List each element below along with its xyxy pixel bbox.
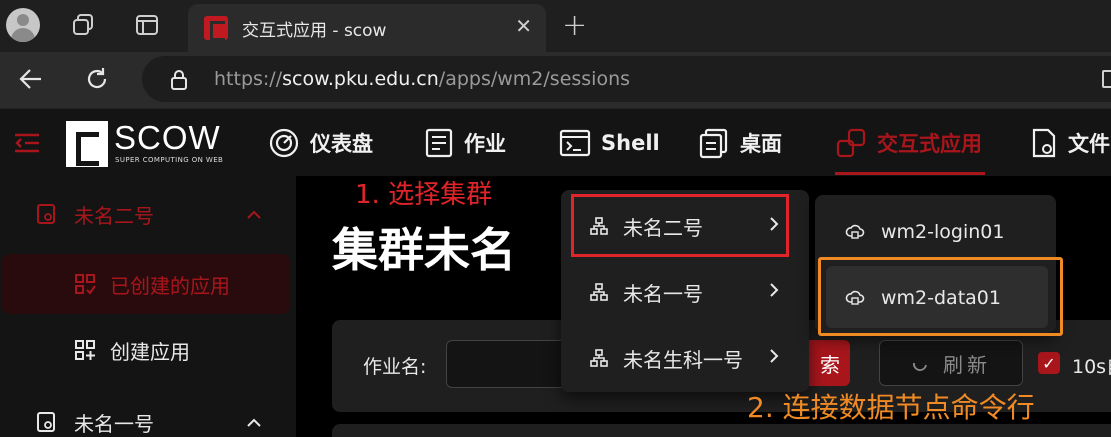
cluster-icon	[37, 412, 55, 432]
nav-jobs[interactable]: 作业	[424, 123, 506, 163]
app-list-icon	[75, 274, 96, 295]
sidebar-item-create-app[interactable]: 创建应用	[0, 320, 296, 380]
nav-dashboard[interactable]: 仪表盘	[268, 123, 373, 163]
lock-icon[interactable]	[164, 65, 194, 95]
chevron-right-icon	[770, 349, 779, 363]
sidebar-item-label: 创建应用	[110, 339, 190, 364]
job-icon	[425, 128, 453, 158]
page-title: 集群未名	[332, 223, 516, 277]
sidebar-group-label: 未名二号	[74, 203, 154, 228]
reload-icon[interactable]	[82, 64, 112, 94]
nav-interactive-apps-label: 交互式应用	[877, 132, 982, 156]
add-app-icon	[75, 340, 95, 360]
nav-desktop-label: 桌面	[740, 132, 782, 156]
nav-interactive-apps[interactable]: 交互式应用	[835, 123, 982, 163]
node-option-login01[interactable]: wm2-login01	[845, 212, 1004, 252]
terminal-icon	[559, 129, 591, 157]
sidebar-item-label: 已创建的应用	[110, 273, 230, 298]
cluster-option-wm-bio[interactable]: 未名生科一号	[573, 328, 795, 388]
scow-favicon-icon	[204, 16, 228, 41]
chevron-up-icon[interactable]	[246, 416, 262, 428]
node-option-label: wm2-login01	[881, 221, 1005, 243]
dashboard-icon	[269, 128, 299, 158]
nav-files[interactable]: 文件	[1030, 123, 1110, 163]
job-name-label: 作业名:	[363, 356, 427, 378]
reader-view-icon[interactable]	[1102, 70, 1111, 88]
desktop-icon	[699, 128, 728, 159]
url-domain: scow.pku.edu.cn	[282, 68, 439, 90]
url-path: /apps/wm2/sessions	[438, 68, 631, 90]
refresh-button[interactable]: 刷新	[879, 340, 1023, 386]
logo-text[interactable]: SCOW	[114, 119, 221, 157]
chevron-right-icon	[770, 283, 779, 297]
annotation-step2: 2. 连接数据节点命令行	[747, 391, 1035, 424]
browser-tab-strip: 交互式应用 - scow ✕ +	[0, 0, 1111, 52]
nav-shell[interactable]: Shell	[559, 123, 660, 163]
annotation-orange-box	[818, 257, 1063, 336]
nav-desktop[interactable]: 桌面	[698, 123, 782, 163]
chevron-up-icon[interactable]	[246, 208, 262, 220]
scow-logo-icon[interactable]	[66, 121, 108, 167]
auto-refresh-label: 10s自	[1072, 356, 1111, 378]
url-prefix: https://	[214, 68, 283, 90]
nav-dashboard-label: 仪表盘	[310, 132, 373, 156]
nav-shell-label: Shell	[601, 131, 660, 155]
new-tab-button[interactable]: +	[562, 8, 587, 43]
auto-refresh-checkbox[interactable]: ✓	[1038, 352, 1060, 374]
sidebar: 未名二号 已创建的应用 创建应用 未名一号	[0, 176, 296, 437]
menu-collapse-icon[interactable]	[12, 128, 42, 158]
cluster-option-label: 未名生科一号	[623, 347, 743, 372]
back-icon[interactable]	[16, 64, 46, 94]
cluster-option-wm1[interactable]: 未名一号	[573, 262, 795, 322]
tab-close-icon[interactable]: ✕	[515, 14, 532, 38]
cluster-tree-icon	[590, 283, 608, 301]
nav-jobs-label: 作业	[464, 132, 506, 156]
nav-files-label: 文件	[1068, 132, 1110, 156]
sidebar-group-wm2[interactable]: 未名二号	[0, 184, 296, 244]
loading-icon	[913, 362, 927, 371]
tab-actions-icon[interactable]	[132, 10, 162, 40]
active-browser-tab[interactable]: 交互式应用 - scow ✕	[188, 4, 546, 52]
file-icon	[1032, 128, 1056, 158]
cluster-tree-icon	[590, 349, 608, 367]
cloud-server-icon	[845, 224, 865, 239]
apps-icon	[836, 128, 866, 158]
sidebar-group-label: 未名一号	[74, 411, 154, 436]
workspaces-icon[interactable]	[68, 10, 98, 40]
tab-title: 交互式应用 - scow	[242, 21, 387, 41]
sidebar-group-wm1[interactable]: 未名一号	[0, 392, 296, 437]
app-header: SCOW SUPER COMPUTING ON WEB 仪表盘 作业 Shell…	[0, 108, 1111, 176]
refresh-button-label: 刷新	[943, 352, 991, 377]
logo-subtitle: SUPER COMPUTING ON WEB	[115, 156, 224, 164]
annotation-step1: 1. 选择集群	[355, 180, 493, 210]
sidebar-item-created-apps[interactable]: 已创建的应用	[0, 254, 296, 314]
cluster-option-label: 未名一号	[623, 281, 703, 306]
profile-avatar-icon[interactable]	[6, 8, 40, 42]
active-nav-indicator	[835, 172, 985, 175]
url-text[interactable]: https://scow.pku.edu.cn/apps/wm2/session…	[214, 68, 630, 90]
job-name-input[interactable]	[446, 340, 576, 388]
annotation-red-box	[571, 194, 789, 257]
search-button-label: 索	[820, 352, 840, 377]
cluster-icon	[37, 204, 55, 224]
